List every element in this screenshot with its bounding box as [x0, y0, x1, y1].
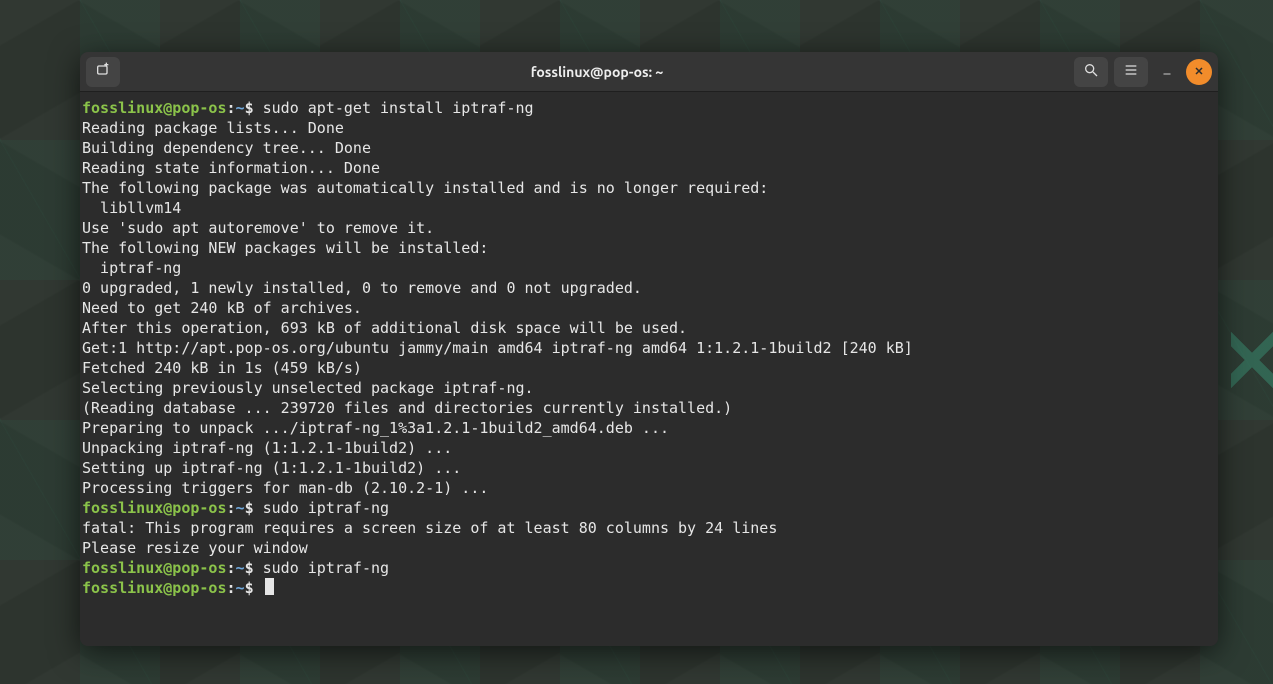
prompt-cwd: ~ [236, 499, 245, 517]
close-button[interactable] [1186, 59, 1212, 85]
prompt-user-host: fosslinux@pop-os [82, 579, 227, 597]
prompt-sep: : [227, 499, 236, 517]
command-text [254, 559, 263, 577]
new-tab-button[interactable] [86, 57, 120, 87]
wallpaper-accent [1231, 200, 1273, 520]
output-line: Reading package lists... Done [82, 118, 1204, 138]
output-line: Please resize your window [82, 538, 1204, 558]
output-line: iptraf-ng [82, 258, 1204, 278]
prompt-user-host: fosslinux@pop-os [82, 499, 227, 517]
prompt-user-host: fosslinux@pop-os [82, 99, 227, 117]
prompt-line: fosslinux@pop-os:~$ sudo apt-get install… [82, 98, 1204, 118]
hamburger-menu-icon [1123, 62, 1139, 82]
terminal-body[interactable]: fosslinux@pop-os:~$ sudo apt-get install… [80, 92, 1218, 646]
titlebar-right-group [1074, 57, 1212, 87]
new-tab-icon [95, 62, 111, 82]
prompt-line: fosslinux@pop-os:~$ sudo iptraf-ng [82, 558, 1204, 578]
output-line: The following package was automatically … [82, 178, 1204, 198]
output-line: Unpacking iptraf-ng (1:1.2.1-1build2) ..… [82, 438, 1204, 458]
search-icon [1083, 62, 1099, 82]
prompt-sep: : [227, 579, 236, 597]
output-line: The following NEW packages will be insta… [82, 238, 1204, 258]
terminal-cursor [265, 578, 274, 595]
output-line: Reading state information... Done [82, 158, 1204, 178]
hamburger-menu-button[interactable] [1114, 57, 1148, 87]
command-text: sudo iptraf-ng [263, 559, 389, 577]
output-line: Fetched 240 kB in 1s (459 kB/s) [82, 358, 1204, 378]
output-line: After this operation, 693 kB of addition… [82, 318, 1204, 338]
prompt-line: fosslinux@pop-os:~$ [82, 578, 1204, 598]
prompt-line: fosslinux@pop-os:~$ sudo iptraf-ng [82, 498, 1204, 518]
minimize-button[interactable] [1154, 59, 1180, 85]
prompt-symbol: $ [245, 559, 254, 577]
output-line: Selecting previously unselected package … [82, 378, 1204, 398]
terminal-scroll-region[interactable]: fosslinux@pop-os:~$ sudo apt-get install… [80, 92, 1206, 646]
prompt-cwd: ~ [236, 99, 245, 117]
output-line: Setting up iptraf-ng (1:1.2.1-1build2) .… [82, 458, 1204, 478]
output-line: (Reading database ... 239720 files and d… [82, 398, 1204, 418]
prompt-symbol: $ [245, 579, 254, 597]
output-line: Processing triggers for man-db (2.10.2-1… [82, 478, 1204, 498]
minimize-icon [1161, 62, 1173, 81]
command-text: sudo iptraf-ng [263, 499, 389, 517]
output-line: Need to get 240 kB of archives. [82, 298, 1204, 318]
prompt-sep: : [227, 99, 236, 117]
terminal-window: fosslinux@pop-os: ~ [80, 52, 1218, 646]
prompt-cwd: ~ [236, 579, 245, 597]
prompt-user-host: fosslinux@pop-os [82, 559, 227, 577]
command-text [254, 99, 263, 117]
command-text [254, 499, 263, 517]
prompt-sep: : [227, 559, 236, 577]
close-icon [1193, 62, 1205, 81]
window-titlebar[interactable]: fosslinux@pop-os: ~ [80, 52, 1218, 92]
search-button[interactable] [1074, 57, 1108, 87]
output-line: Preparing to unpack .../iptraf-ng_1%3a1.… [82, 418, 1204, 438]
output-line: 0 upgraded, 1 newly installed, 0 to remo… [82, 278, 1204, 298]
output-line: fatal: This program requires a screen si… [82, 518, 1204, 538]
output-line: Use 'sudo apt autoremove' to remove it. [82, 218, 1204, 238]
window-title: fosslinux@pop-os: ~ [126, 64, 1068, 80]
command-text: sudo apt-get install iptraf-ng [263, 99, 534, 117]
output-line: Get:1 http://apt.pop-os.org/ubuntu jammy… [82, 338, 1204, 358]
prompt-cwd: ~ [236, 559, 245, 577]
prompt-symbol: $ [245, 499, 254, 517]
prompt-symbol: $ [245, 99, 254, 117]
output-line: Building dependency tree... Done [82, 138, 1204, 158]
output-line: libllvm14 [82, 198, 1204, 218]
